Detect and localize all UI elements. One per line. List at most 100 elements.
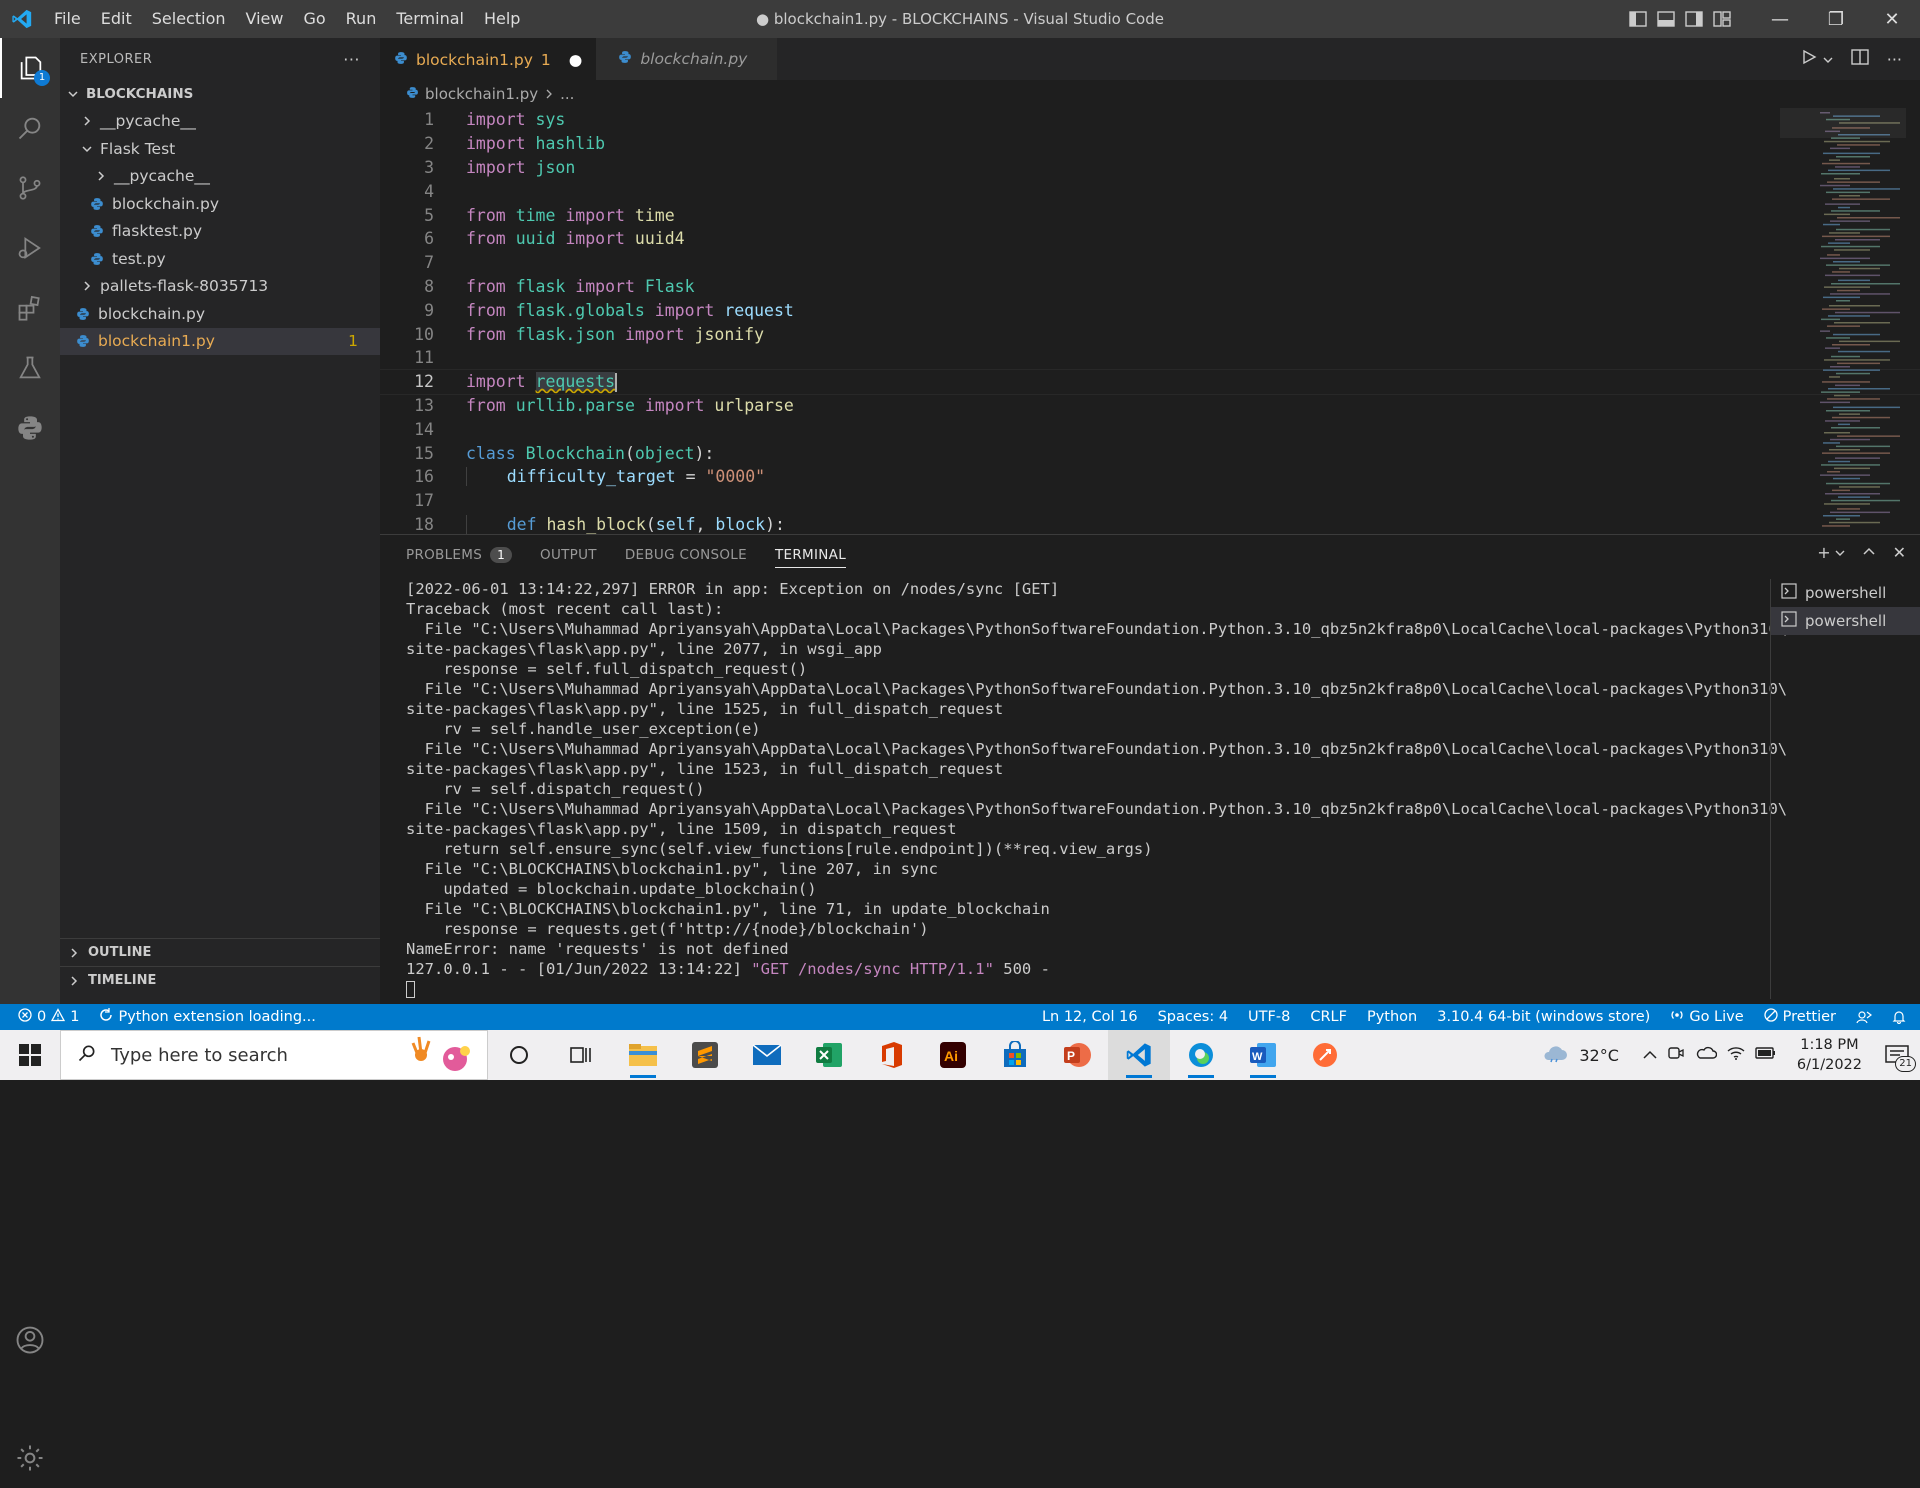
sublime-text-icon[interactable] xyxy=(674,1030,736,1080)
more-actions-button[interactable]: ··· xyxy=(343,50,360,69)
search-icon[interactable] xyxy=(0,98,60,158)
toggle-secondary-sidebar-icon[interactable] xyxy=(1680,0,1708,38)
menu-item-selection[interactable]: Selection xyxy=(142,0,236,38)
explorer-icon[interactable]: 1 xyxy=(0,38,60,98)
cursor-position[interactable]: Ln 12, Col 16 xyxy=(1032,1008,1148,1026)
code-line[interactable]: 17 xyxy=(380,489,1920,513)
vscode-taskbar-icon[interactable] xyxy=(1108,1030,1170,1080)
testing-flask-icon[interactable] xyxy=(0,338,60,398)
run-python-file-icon[interactable] xyxy=(1801,49,1817,69)
encoding[interactable]: UTF-8 xyxy=(1238,1008,1300,1026)
illustrator-icon[interactable]: Ai xyxy=(922,1030,984,1080)
extensions-icon[interactable] xyxy=(0,278,60,338)
code-line[interactable]: 11 xyxy=(380,346,1920,370)
restore-button[interactable]: ❐ xyxy=(1808,0,1864,38)
editor-more-actions-icon[interactable]: ··· xyxy=(1887,50,1902,69)
notification-center-icon[interactable]: 21 xyxy=(1882,1040,1916,1072)
timeline-section[interactable]: TIMELINE xyxy=(60,966,380,994)
mail-icon[interactable] xyxy=(736,1030,798,1080)
tree-folder[interactable]: Flask Test xyxy=(60,135,380,163)
code-line[interactable]: 15 class Blockchain(object): xyxy=(380,441,1920,465)
code-line[interactable]: 8 from flask import Flask xyxy=(380,275,1920,299)
tab-debug-console[interactable]: DEBUG CONSOLE xyxy=(625,547,747,563)
code-editor[interactable]: 1 import sys 2 import hashlib 3 import json 4 5… xyxy=(380,108,1920,534)
code-line[interactable]: 3 import json xyxy=(380,156,1920,180)
accounts-icon[interactable] xyxy=(0,1310,60,1370)
minimize-button[interactable]: — xyxy=(1752,0,1808,38)
code-line[interactable]: 5 from time import time xyxy=(380,203,1920,227)
word-icon[interactable]: W xyxy=(1232,1030,1294,1080)
clock[interactable]: 1:18 PM 6/1/2022 xyxy=(1797,1035,1862,1075)
tab-output[interactable]: OUTPUT xyxy=(540,547,597,563)
outline-section[interactable]: OUTLINE xyxy=(60,938,380,966)
python-icon[interactable] xyxy=(0,398,60,458)
menu-item-help[interactable]: Help xyxy=(474,0,530,38)
python-loading-status[interactable]: Python extension loading... xyxy=(89,1008,325,1026)
task-view-icon[interactable] xyxy=(550,1030,612,1080)
excel-icon[interactable] xyxy=(798,1030,860,1080)
microsoft-store-icon[interactable] xyxy=(984,1030,1046,1080)
postman-icon[interactable] xyxy=(1294,1030,1356,1080)
close-panel-icon[interactable]: ✕ xyxy=(1893,543,1906,562)
code-line[interactable]: 13 from urllib.parse import urlparse xyxy=(380,394,1920,418)
workspace-root[interactable]: BLOCKCHAINS xyxy=(60,80,380,108)
tree-folder[interactable]: __pycache__ xyxy=(60,163,380,191)
menu-item-file[interactable]: File xyxy=(44,0,91,38)
tree-file[interactable]: blockchain.py xyxy=(60,300,380,328)
taskbar-search-box[interactable]: Type here to search xyxy=(60,1030,488,1080)
minimap[interactable] xyxy=(1780,108,1920,534)
menu-item-terminal[interactable]: Terminal xyxy=(386,0,474,38)
meet-now-icon[interactable] xyxy=(1667,1045,1685,1065)
code-line[interactable]: 7 xyxy=(380,251,1920,275)
indentation[interactable]: Spaces: 4 xyxy=(1148,1008,1238,1026)
tree-file[interactable]: blockchain.py xyxy=(60,190,380,218)
new-terminal-plus-icon[interactable]: + xyxy=(1817,543,1830,562)
tab-problems[interactable]: PROBLEMS 1 xyxy=(406,547,513,563)
battery-icon[interactable] xyxy=(1755,1046,1777,1064)
menu-item-edit[interactable]: Edit xyxy=(91,0,142,38)
code-line[interactable]: 2 import hashlib xyxy=(380,132,1920,156)
terminal-dropdown-chevron-icon[interactable] xyxy=(1835,543,1845,562)
close-window-button[interactable]: ✕ xyxy=(1864,0,1920,38)
code-line[interactable]: 1 import sys xyxy=(380,108,1920,132)
tab-terminal[interactable]: TERMINAL xyxy=(774,542,847,568)
powerpoint-icon[interactable]: P xyxy=(1046,1030,1108,1080)
breadcrumb-file[interactable]: blockchain1.py xyxy=(425,85,538,103)
end-of-line[interactable]: CRLF xyxy=(1300,1008,1357,1026)
code-line[interactable]: 4 xyxy=(380,179,1920,203)
breadcrumb-symbol[interactable]: ... xyxy=(560,85,574,103)
prettier-status[interactable]: Prettier xyxy=(1754,1008,1846,1026)
tree-file[interactable]: blockchain1.py 1 xyxy=(60,327,380,355)
code-line[interactable]: 6 from uuid import uuid4 xyxy=(380,227,1920,251)
language-mode[interactable]: Python xyxy=(1357,1008,1427,1026)
terminal-cursor[interactable] xyxy=(406,979,1786,999)
terminal-instance[interactable]: powershell xyxy=(1771,579,1920,607)
code-line[interactable]: 9 from flask.globals import request xyxy=(380,298,1920,322)
go-live-button[interactable]: Go Live xyxy=(1660,1008,1753,1026)
terminal-output[interactable]: [2022-06-01 13:14:22,297] ERROR in app: … xyxy=(406,579,1787,999)
split-editor-icon[interactable] xyxy=(1851,49,1869,69)
tree-folder[interactable]: __pycache__ xyxy=(60,108,380,136)
menu-item-view[interactable]: View xyxy=(236,0,294,38)
edge-browser-icon[interactable] xyxy=(1170,1030,1232,1080)
weather-cloud-icon[interactable] xyxy=(1541,1043,1569,1067)
run-dropdown-chevron-icon[interactable] xyxy=(1823,50,1833,69)
task-view-cortana-icon[interactable] xyxy=(488,1030,550,1080)
menu-item-run[interactable]: Run xyxy=(336,0,387,38)
wifi-icon[interactable] xyxy=(1727,1045,1745,1065)
notifications-bell-icon[interactable] xyxy=(1882,1008,1920,1026)
tab-blockchain[interactable]: blockchain.py xyxy=(596,38,778,80)
tree-file[interactable]: flasktest.py xyxy=(60,218,380,246)
run-debug-icon[interactable] xyxy=(0,218,60,278)
maximize-panel-chevron-up-icon[interactable] xyxy=(1863,543,1875,562)
unsaved-dot-icon[interactable]: ● xyxy=(569,51,583,69)
office-icon[interactable] xyxy=(860,1030,922,1080)
manage-gear-icon[interactable] xyxy=(0,1428,60,1488)
code-line[interactable]: 14 xyxy=(380,417,1920,441)
onedrive-cloud-icon[interactable] xyxy=(1695,1046,1718,1064)
code-line[interactable]: 10 from flask.json import jsonify xyxy=(380,322,1920,346)
source-control-icon[interactable] xyxy=(0,158,60,218)
problems-status[interactable]: 0 1 xyxy=(0,1008,89,1026)
file-explorer-icon[interactable] xyxy=(612,1030,674,1080)
python-interpreter[interactable]: 3.10.4 64-bit (windows store) xyxy=(1427,1008,1660,1026)
